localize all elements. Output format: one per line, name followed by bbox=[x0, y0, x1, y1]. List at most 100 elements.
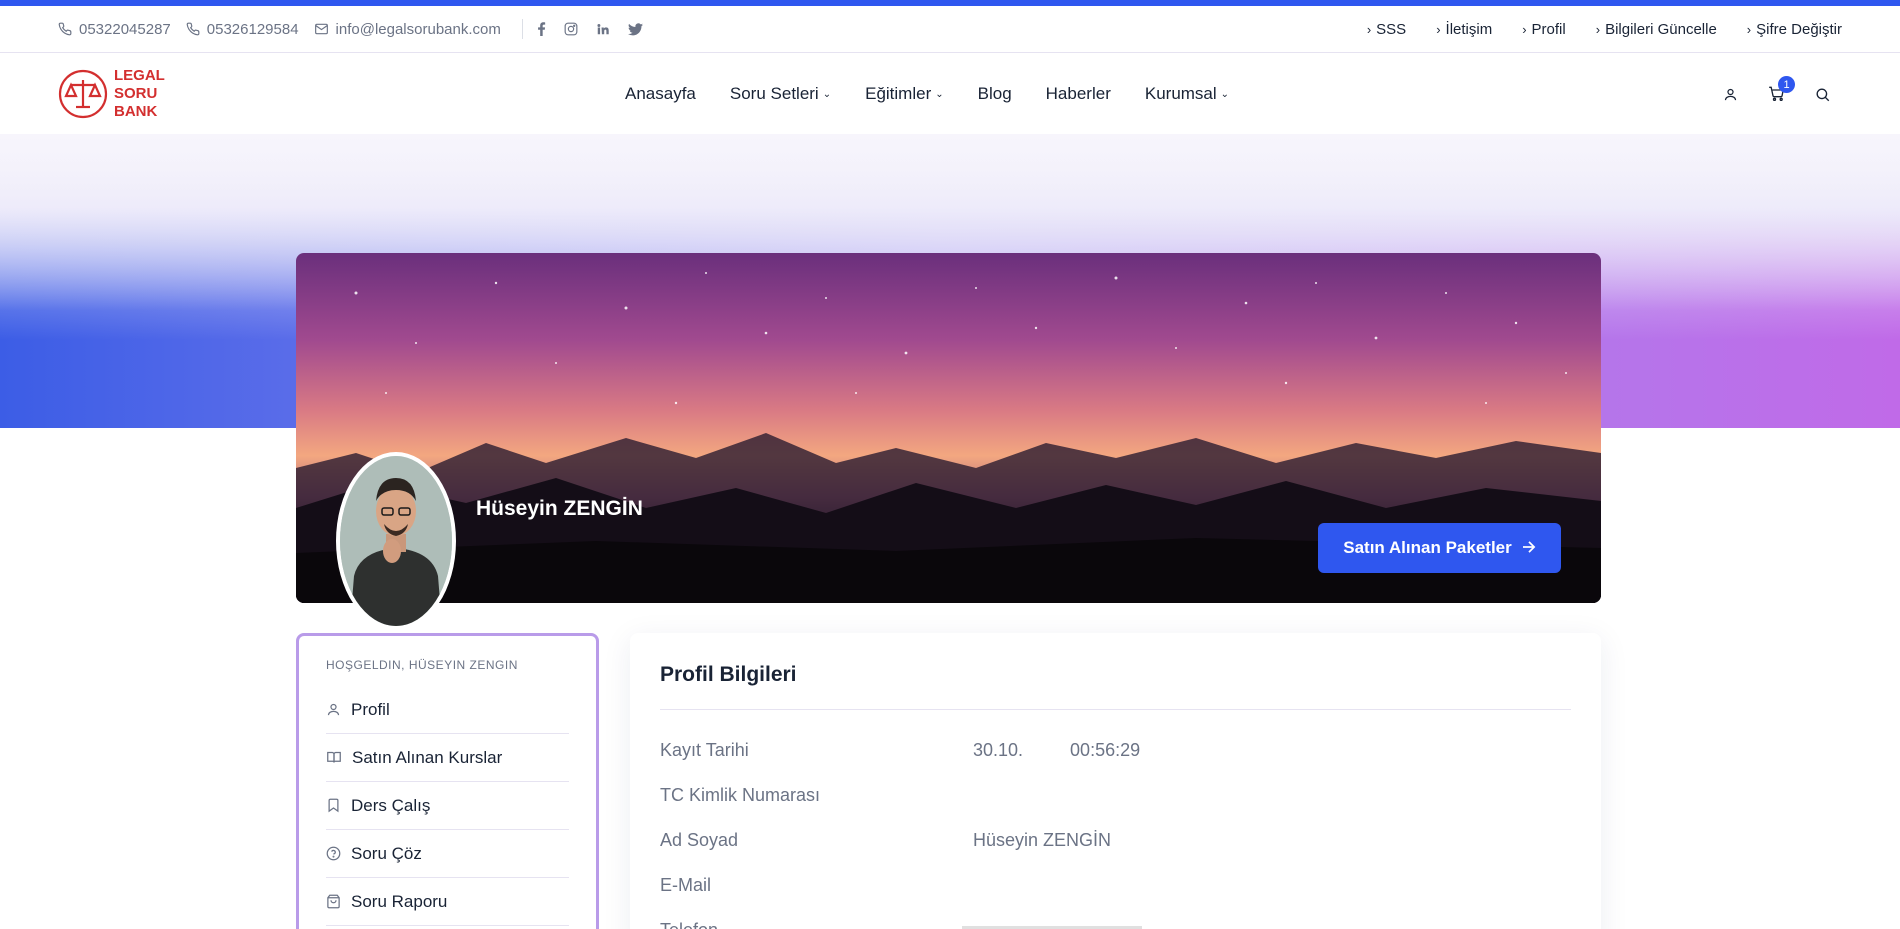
link-profil[interactable]: › Profil bbox=[1522, 21, 1566, 38]
mail-icon bbox=[314, 23, 328, 35]
nav-egitimler-label: Eğitimler bbox=[865, 84, 932, 103]
purchased-packages-button-label: Satın Alınan Paketler bbox=[1343, 538, 1512, 557]
linkedin-icon[interactable] bbox=[596, 22, 610, 36]
bookmark-icon bbox=[328, 798, 339, 813]
link-sss[interactable]: › SSS bbox=[1367, 21, 1406, 38]
sidebar-item-soru-raporu[interactable]: Soru Raporu bbox=[326, 878, 569, 926]
card-title: Profil Bilgileri bbox=[660, 663, 1571, 710]
phone-2-text: 05326129584 bbox=[206, 20, 299, 38]
phone-icon bbox=[186, 22, 200, 36]
nav-soru-setleri-label: Soru Setleri bbox=[729, 84, 819, 103]
chevron-right-icon: › bbox=[1366, 21, 1372, 37]
cart-icon[interactable]: 1 bbox=[1768, 76, 1795, 102]
link-iletisim[interactable]: › İletişim bbox=[1436, 21, 1492, 38]
avatar bbox=[336, 452, 456, 630]
sidebar-greeting: HOŞGELDIN, HÜSEYIN ZENGIN bbox=[326, 658, 518, 672]
logo-line-1: LEGAL bbox=[114, 67, 165, 84]
nav-kurumsal-label: Kurumsal bbox=[1144, 84, 1217, 103]
info-row-kayit-tarihi: Kayıt Tarihi 30.10. 00:56:29 bbox=[660, 728, 1571, 773]
email-link[interactable]: info@legalsorubank.com bbox=[314, 21, 501, 38]
link-sss-label: SSS bbox=[1376, 20, 1407, 38]
phone-2[interactable]: 05326129584 bbox=[186, 21, 299, 38]
sidebar-item-label: Profil bbox=[351, 699, 390, 719]
info-row-tc-kimlik: TC Kimlik Numarası bbox=[660, 773, 1571, 818]
link-bilgileri-guncelle-label: Bilgileri Güncelle bbox=[1605, 20, 1717, 38]
cart-count-badge: 1 bbox=[1778, 76, 1795, 93]
purchased-packages-button[interactable]: Satın Alınan Paketler bbox=[1318, 523, 1561, 573]
chevron-right-icon: › bbox=[1595, 21, 1601, 37]
sidebar-item-ders-calis[interactable]: Ders Çalış bbox=[326, 782, 569, 830]
nav-kurumsal[interactable]: Kurumsal ⌄ bbox=[1145, 84, 1229, 104]
nav-haberler-label: Haberler bbox=[1045, 84, 1111, 103]
top-bar: 05322045287 05326129584 info@legalsoruba… bbox=[0, 6, 1900, 53]
logo-wordmark: LEGAL SORU BANK bbox=[114, 67, 165, 121]
sidebar-item-label: Soru Raporu bbox=[351, 891, 448, 911]
logo-line-3: BANK bbox=[114, 103, 158, 120]
sidebar-item-label: Ders Çalış bbox=[351, 795, 431, 815]
info-value-text: Hüseyin ZENGİN bbox=[973, 830, 1112, 850]
site-logo[interactable]: LEGAL SORU BANK bbox=[58, 67, 165, 121]
arrow-right-icon bbox=[1522, 538, 1536, 558]
info-value-date: 30.10. bbox=[973, 740, 1024, 760]
phone-icon bbox=[58, 22, 72, 36]
link-iletisim-label: İletişim bbox=[1445, 20, 1493, 38]
dashboard-sidebar: HOŞGELDIN, HÜSEYIN ZENGIN Profil Satın A… bbox=[296, 633, 599, 929]
main-nav: Anasayfa Soru Setleri ⌄ Eğitimler ⌄ Blog H… bbox=[625, 54, 1263, 134]
search-icon[interactable] bbox=[1815, 87, 1830, 102]
info-row-email: E-Mail bbox=[660, 863, 1571, 908]
link-bilgileri-guncelle[interactable]: › Bilgileri Güncelle bbox=[1596, 21, 1717, 38]
logo-line-2: SORU bbox=[114, 85, 158, 102]
info-label: E-Mail bbox=[660, 875, 712, 895]
nav-blog-label: Blog bbox=[977, 84, 1012, 103]
facebook-icon[interactable] bbox=[537, 22, 546, 36]
link-profil-label: Profil bbox=[1531, 20, 1566, 38]
nav-blog[interactable]: Blog bbox=[978, 84, 1012, 104]
user-photo bbox=[340, 456, 452, 626]
user-icon bbox=[327, 703, 340, 716]
instagram-icon[interactable] bbox=[564, 22, 578, 36]
user-icon[interactable] bbox=[1723, 87, 1738, 102]
social-links bbox=[537, 22, 661, 36]
info-value: 30.10. 00:56:29 bbox=[973, 740, 1187, 761]
nav-egitimler[interactable]: Eğitimler ⌄ bbox=[865, 84, 944, 104]
profile-name: Hüseyin ZENGİN bbox=[476, 497, 643, 520]
quick-links: › SSS › İletişim › Profil › Bilgileri Güncel… bbox=[1337, 21, 1842, 38]
info-value: Hüseyin ZENGİN bbox=[973, 830, 1158, 851]
divider bbox=[521, 19, 523, 39]
twitter-icon[interactable] bbox=[627, 22, 643, 36]
shopping-bag-icon bbox=[327, 894, 340, 909]
sidebar-item-soru-coz[interactable]: Soru Çöz bbox=[326, 830, 569, 878]
email-text: info@legalsorubank.com bbox=[335, 20, 501, 38]
chevron-down-icon: ⌄ bbox=[935, 88, 944, 100]
sidebar-item-label: Satın Alınan Kurslar bbox=[352, 747, 503, 767]
info-label: Kayıt Tarihi bbox=[660, 740, 749, 760]
profile-info-card: Profil Bilgileri Kayıt Tarihi 30.10. 00:… bbox=[630, 633, 1601, 929]
chevron-right-icon: › bbox=[1522, 21, 1527, 37]
nav-anasayfa-label: Anasayfa bbox=[625, 84, 696, 103]
phone-1[interactable]: 05322045287 bbox=[58, 21, 171, 38]
scales-logo-icon bbox=[58, 69, 108, 119]
sidebar-item-satin-alinan-kurslar[interactable]: Satın Alınan Kurslar bbox=[326, 734, 569, 782]
chevron-down-icon: ⌄ bbox=[1220, 88, 1230, 100]
chevron-down-icon: ⌄ bbox=[822, 88, 832, 100]
header-actions: 1 bbox=[1693, 54, 1830, 134]
link-sifre-degistir[interactable]: › Şifre Değiştir bbox=[1747, 21, 1842, 38]
link-sifre-degistir-label: Şifre Değiştir bbox=[1756, 20, 1842, 38]
chevron-right-icon: › bbox=[1746, 21, 1752, 37]
sidebar-item-profil[interactable]: Profil bbox=[326, 686, 569, 734]
info-label: Ad Soyad bbox=[660, 830, 739, 850]
main-header: LEGAL SORU BANK Anasayfa Soru Setleri ⌄ E… bbox=[0, 54, 1900, 134]
info-value-time: 00:56:29 bbox=[1070, 740, 1141, 760]
info-label: Telefon bbox=[660, 920, 973, 929]
help-circle-icon bbox=[326, 846, 341, 861]
phone-1-text: 05322045287 bbox=[79, 20, 171, 38]
book-open-icon bbox=[327, 751, 341, 763]
nav-soru-setleri[interactable]: Soru Setleri ⌄ bbox=[730, 84, 831, 104]
sidebar-item-label: Soru Çöz bbox=[351, 843, 422, 863]
nav-anasayfa[interactable]: Anasayfa bbox=[625, 84, 696, 104]
info-label: TC Kimlik Numarası bbox=[660, 785, 821, 805]
chevron-right-icon: › bbox=[1436, 21, 1441, 37]
contact-info: 05322045287 05326129584 info@legalsoruba… bbox=[58, 21, 516, 38]
info-row-ad-soyad: Ad Soyad Hüseyin ZENGİN bbox=[660, 818, 1571, 863]
nav-haberler[interactable]: Haberler bbox=[1046, 84, 1111, 104]
